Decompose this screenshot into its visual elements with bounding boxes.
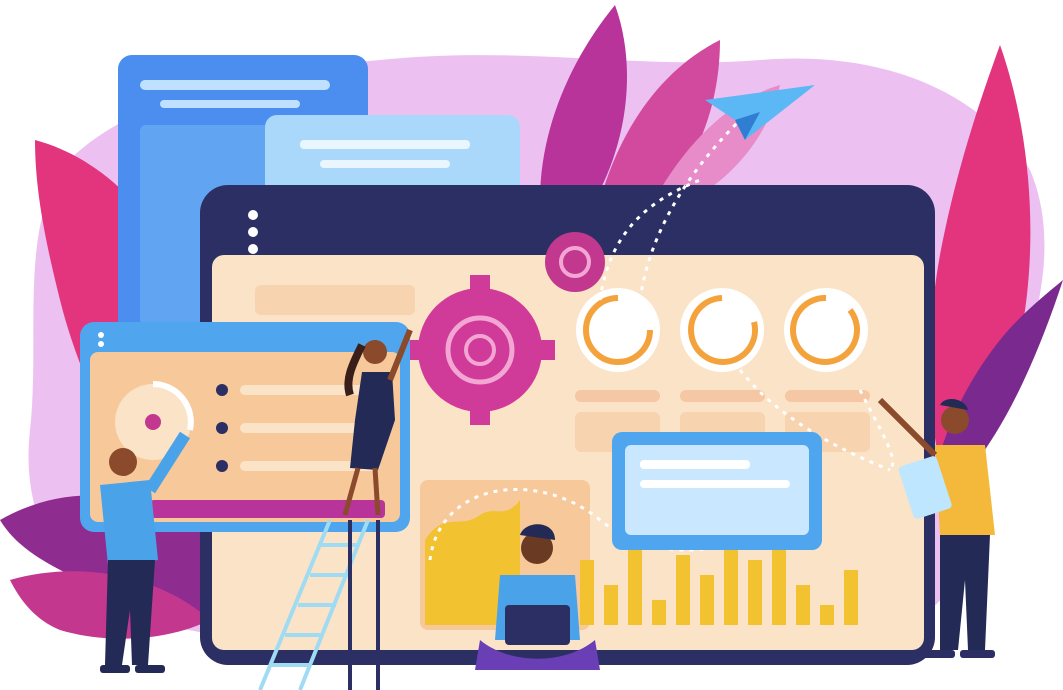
small-gear-icon [545,232,605,292]
illustration-scene [0,5,1063,690]
progress-rings [576,288,868,372]
dots-menu-icon [248,210,258,254]
laptop [505,605,570,645]
